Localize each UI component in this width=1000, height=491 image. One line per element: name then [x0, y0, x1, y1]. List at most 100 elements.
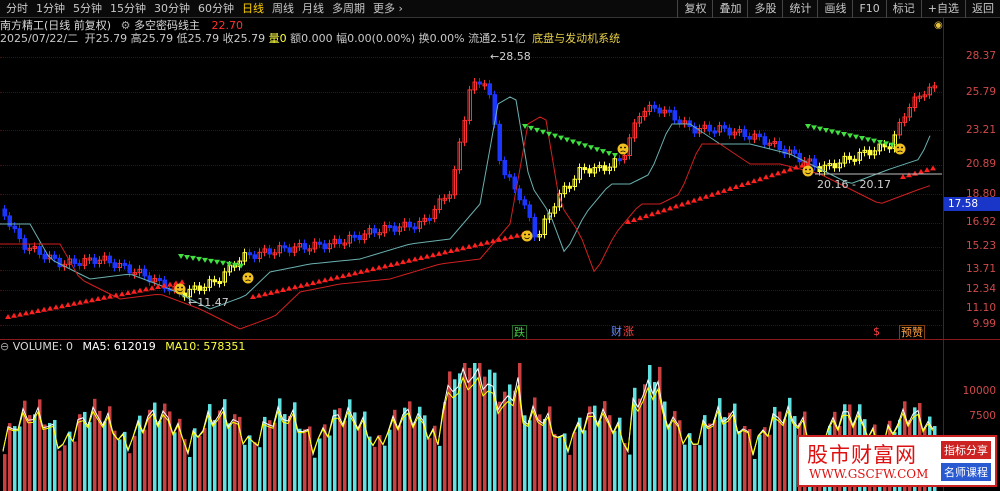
red-arrow-marker: [394, 260, 400, 266]
red-arrow-marker: [673, 203, 679, 209]
candle-body: [672, 110, 677, 121]
volume-axis-tick: 10000: [962, 385, 996, 397]
volume-bar: [28, 415, 32, 491]
red-arrow-marker: [388, 261, 394, 267]
statistics-button[interactable]: 统计: [782, 0, 817, 18]
red-arrow-marker: [137, 287, 143, 293]
volume-bar: [688, 433, 692, 491]
tab-monthly[interactable]: 月线: [298, 2, 328, 16]
red-arrow-marker: [924, 167, 930, 173]
tab-1min[interactable]: 1分钟: [32, 2, 69, 16]
red-arrow-marker: [442, 249, 448, 255]
candle-body: [252, 254, 257, 259]
volume-bar: [488, 369, 492, 491]
green-arrow-marker: [588, 145, 594, 151]
candle-body: [2, 208, 7, 217]
candle-body: [337, 238, 342, 245]
red-arrow-marker: [352, 270, 358, 276]
red-arrow-marker: [631, 217, 637, 223]
volume-bar: [143, 429, 147, 491]
mark-button[interactable]: 标记: [885, 0, 921, 18]
red-arrow-marker: [334, 274, 340, 280]
volume-bar: [193, 428, 197, 491]
red-arrow-marker: [268, 289, 274, 295]
red-arrow-marker: [412, 256, 418, 262]
candle-body: [722, 125, 727, 129]
green-arrow-marker: [190, 255, 196, 261]
red-arrow-marker: [262, 291, 268, 297]
tab-5min[interactable]: 5分钟: [69, 2, 106, 16]
volume-bar: [48, 422, 52, 491]
red-arrow-marker: [59, 303, 65, 309]
volume-collapse-icon[interactable]: ⊖: [0, 340, 13, 353]
volume-bar: [113, 430, 117, 491]
volume-bar: [783, 418, 787, 491]
volume-bar: [248, 435, 252, 491]
candle-body: [567, 185, 572, 189]
tab-daily[interactable]: 日线: [238, 2, 268, 16]
high-price-annotation: ←28.58: [490, 50, 531, 63]
event-rise[interactable]: 涨: [622, 325, 635, 338]
tab-minute[interactable]: 分时: [2, 2, 32, 16]
site-watermark: 股市财富网 WWW.GSCFW.COM 指标分享 名师课程: [797, 435, 997, 487]
candle-body: [217, 280, 222, 284]
red-arrow-marker: [179, 279, 185, 285]
red-arrow-marker: [340, 273, 346, 279]
red-arrow-marker: [358, 268, 364, 274]
red-arrow-marker: [35, 308, 41, 313]
candle-body: [357, 235, 362, 241]
f10-button[interactable]: F10: [852, 0, 885, 18]
event-dividend[interactable]: $: [872, 325, 881, 338]
red-arrow-marker: [424, 253, 430, 259]
candlestick-chart[interactable]: [0, 19, 943, 339]
volume-bar: [383, 445, 387, 491]
tab-60min[interactable]: 60分钟: [194, 2, 238, 16]
add-watchlist-button[interactable]: +自选: [920, 0, 965, 18]
event-forecast[interactable]: 预赞: [899, 325, 925, 340]
volume-bar: [253, 442, 257, 491]
volume-bar: [118, 439, 122, 491]
red-arrow-marker: [406, 257, 412, 263]
red-arrow-marker: [95, 296, 101, 301]
multi-stock-button[interactable]: 多股: [747, 0, 782, 18]
red-arrow-marker: [775, 170, 781, 176]
overlay-button[interactable]: 叠加: [712, 0, 747, 18]
volume-bar: [793, 416, 797, 491]
tab-15min[interactable]: 15分钟: [106, 2, 150, 16]
red-arrow-marker: [364, 267, 370, 273]
tab-more[interactable]: 更多 ›: [369, 2, 407, 16]
tab-multi-period[interactable]: 多周期: [328, 2, 369, 16]
red-arrow-marker: [23, 310, 29, 316]
green-arrow-marker: [853, 134, 859, 140]
emoji-eye: [897, 146, 899, 149]
back-button[interactable]: 返回: [965, 0, 1000, 18]
candle-body: [72, 258, 77, 264]
emoji-face-icon: [802, 165, 814, 177]
green-arrow-marker: [594, 147, 600, 153]
candle-body: [852, 158, 857, 162]
tab-30min[interactable]: 30分钟: [150, 2, 194, 16]
adjust-button[interactable]: 复权: [677, 0, 712, 18]
red-arrow-marker: [733, 183, 739, 189]
red-arrow-marker: [703, 193, 709, 199]
emoji-eye: [245, 275, 247, 278]
red-arrow-marker: [661, 207, 667, 213]
red-arrow-marker: [256, 292, 262, 298]
volume-bar: [313, 457, 317, 491]
volume-bar: [273, 422, 277, 491]
emoji-face-icon: [242, 272, 254, 284]
red-arrow-marker: [918, 168, 924, 174]
candle-body: [282, 245, 287, 249]
green-arrow-marker: [606, 151, 612, 157]
draw-line-button[interactable]: 画线: [817, 0, 852, 18]
candle-body: [582, 167, 587, 171]
candle-body: [57, 257, 62, 268]
candle-body: [392, 225, 397, 232]
candle-body: [602, 165, 607, 171]
tab-weekly[interactable]: 周线: [268, 2, 298, 16]
candle-body: [762, 136, 767, 145]
event-fall[interactable]: 跌: [512, 325, 527, 340]
volume-bar: [198, 435, 202, 491]
candle-body: [287, 247, 292, 253]
volume-bar: [613, 430, 617, 491]
